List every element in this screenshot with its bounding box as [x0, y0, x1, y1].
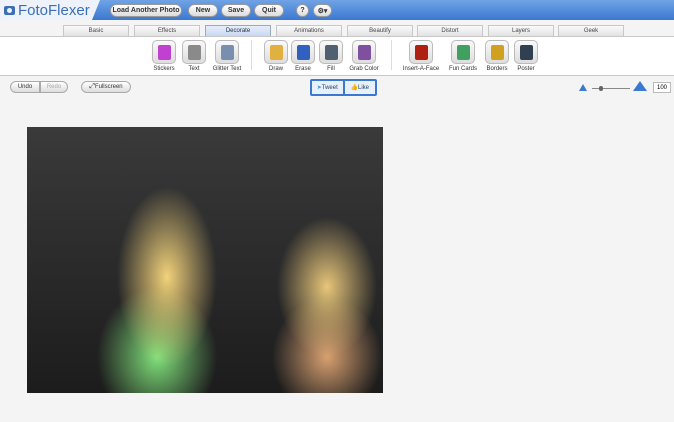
new-button[interactable]: New [188, 4, 218, 17]
thumbs-up-icon: 👍 [350, 85, 358, 91]
zoom-value[interactable]: 100 [653, 82, 671, 93]
tool-grab-color[interactable]: Grab Color [344, 38, 384, 72]
tool-glitter-text[interactable]: Glitter Text [207, 38, 247, 72]
zoom-in-icon[interactable] [633, 81, 647, 91]
tab-distort[interactable]: Distort [417, 25, 483, 36]
tab-layers[interactable]: Layers [488, 25, 554, 36]
fun-cards-icon [451, 40, 475, 64]
photo-canvas[interactable] [27, 127, 383, 393]
divider [251, 40, 252, 70]
insert-face-icon [409, 40, 433, 64]
logo: FotoFlexer [0, 0, 100, 20]
like-button[interactable]: 👍 Like [344, 81, 375, 94]
divider [391, 40, 392, 70]
tab-effects[interactable]: Effects [134, 25, 200, 36]
help-button[interactable]: ? [296, 4, 309, 17]
stickers-icon [152, 40, 176, 64]
fullscreen-button[interactable]: ⤢ Fullscreen [81, 81, 131, 93]
camera-icon [4, 5, 15, 15]
paint-bucket-icon [319, 40, 343, 64]
text-icon [182, 40, 206, 64]
quit-button[interactable]: Quit [254, 4, 284, 17]
zoom-out-icon[interactable] [579, 84, 587, 91]
load-photo-button[interactable]: Load Another Photo [110, 4, 182, 17]
glitter-text-icon [215, 40, 239, 64]
zoom-slider[interactable] [592, 86, 630, 91]
tab-basic[interactable]: Basic [63, 25, 129, 36]
tab-beautify[interactable]: Beautify [347, 25, 413, 36]
redo-button[interactable]: Redo [40, 81, 68, 93]
tweet-button[interactable]: ➤ Tweet [312, 81, 343, 94]
settings-button[interactable]: ⚙▾ [313, 4, 332, 17]
tab-animations[interactable]: Animations [276, 25, 342, 36]
poster-icon [514, 40, 538, 64]
social-buttons: ➤ Tweet 👍 Like [310, 79, 377, 96]
zoom-slider-handle[interactable] [599, 86, 603, 91]
tab-geek[interactable]: Geek [558, 25, 624, 36]
eyedropper-icon [352, 40, 376, 64]
tool-label: Grab Color [349, 66, 379, 72]
save-button[interactable]: Save [221, 4, 251, 17]
undo-button[interactable]: Undo [10, 81, 40, 93]
tab-decorate[interactable]: Decorate [205, 25, 271, 36]
tool-poster[interactable]: Poster [506, 38, 546, 72]
tool-label: Poster [517, 66, 535, 72]
top-bar: FotoFlexer Load Another Photo New Save Q… [0, 0, 674, 20]
